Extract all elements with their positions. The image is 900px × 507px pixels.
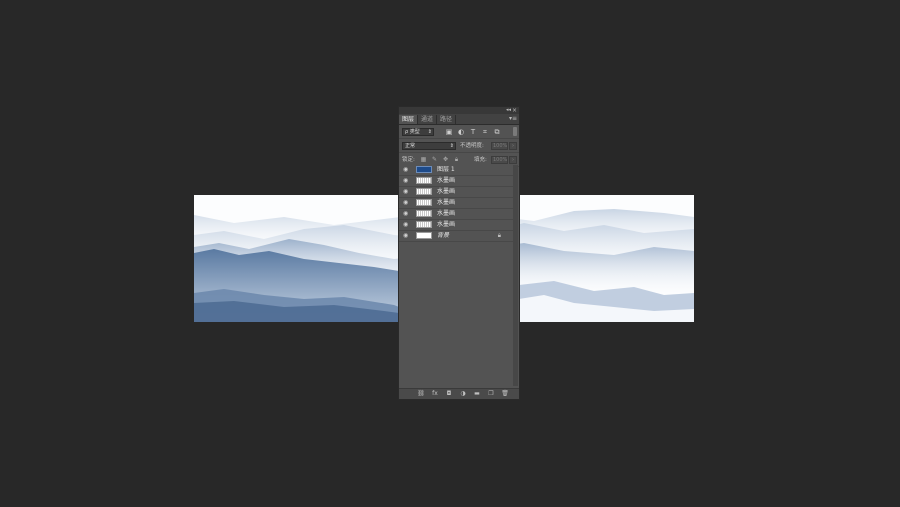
double-arrow-icon[interactable]: ◂◂ bbox=[506, 107, 511, 114]
eye-icon[interactable]: ◉ bbox=[403, 210, 408, 218]
opacity-input[interactable]: 100% bbox=[491, 142, 508, 150]
fill-input[interactable]: 100% bbox=[491, 156, 508, 164]
fx-icon[interactable]: fx bbox=[431, 390, 439, 398]
blend-row: 正常 ⇕ 不透明度: 100% › bbox=[399, 139, 519, 153]
eye-icon[interactable]: ◉ bbox=[403, 221, 408, 229]
mask-icon[interactable]: ◘ bbox=[445, 390, 453, 398]
fill-dropdown-button[interactable]: › bbox=[509, 156, 517, 164]
chevron-updown-icon: ⇕ bbox=[449, 143, 454, 149]
layer-thumbnail bbox=[416, 221, 432, 228]
filter-kind-label: ρ 类型 bbox=[405, 129, 420, 135]
layer-name: 背景 bbox=[437, 232, 450, 239]
layer-row[interactable]: ◉ 水墨画 bbox=[399, 198, 513, 209]
lock-all-icon[interactable]: 🔒︎ bbox=[453, 156, 460, 164]
tab-channels[interactable]: 通道 bbox=[418, 115, 438, 124]
blend-mode-select[interactable]: 正常 ⇕ bbox=[402, 142, 456, 150]
link-layers-icon[interactable]: ⛓ bbox=[417, 390, 425, 398]
layer-row[interactable]: ◉ 水墨画 bbox=[399, 220, 513, 231]
lock-image-pixels-icon[interactable]: ✎ bbox=[431, 156, 438, 164]
panel-menu-icon[interactable]: ▾≡ bbox=[509, 115, 517, 123]
filter-icons: ▣ ◐ T ⌗ ⧉ bbox=[445, 128, 501, 136]
layer-name: 图层 1 bbox=[437, 166, 455, 173]
trash-icon[interactable]: 🗑︎ bbox=[501, 390, 509, 398]
layer-thumbnail bbox=[416, 210, 432, 217]
layer-thumbnail bbox=[416, 199, 432, 206]
opacity-label: 不透明度: bbox=[460, 143, 484, 149]
layer-name: 水墨画 bbox=[437, 188, 456, 195]
blend-mode-value: 正常 bbox=[405, 143, 416, 149]
type-filter-icon[interactable]: T bbox=[469, 128, 477, 136]
lock-position-icon[interactable]: ✥ bbox=[442, 156, 449, 164]
layer-name: 水墨画 bbox=[437, 199, 456, 206]
layers-panel: ◂◂ × 图层 通道 路径 ▾≡ ρ 类型 ⇕ ▣ ◐ T ⌗ ⧉ 正常 ⇕ 不… bbox=[398, 106, 520, 400]
smart-object-filter-icon[interactable]: ⧉ bbox=[493, 128, 501, 136]
eye-icon[interactable]: ◉ bbox=[403, 199, 408, 207]
adjustment-filter-icon[interactable]: ◐ bbox=[457, 128, 465, 136]
layer-thumbnail bbox=[416, 166, 432, 173]
layer-thumbnail bbox=[416, 232, 432, 239]
layer-thumbnail bbox=[416, 188, 432, 195]
filter-row: ρ 类型 ⇕ ▣ ◐ T ⌗ ⧉ bbox=[399, 125, 519, 139]
image-filter-icon[interactable]: ▣ bbox=[445, 128, 453, 136]
close-icon[interactable]: × bbox=[512, 107, 517, 114]
fill-label: 填充: bbox=[474, 157, 487, 163]
panel-title-bar[interactable]: ◂◂ × bbox=[399, 107, 519, 114]
panel-tabs: 图层 通道 路径 ▾≡ bbox=[399, 114, 519, 125]
layer-name: 水墨画 bbox=[437, 210, 456, 217]
filter-kind-select[interactable]: ρ 类型 ⇕ bbox=[402, 128, 434, 136]
layer-name: 水墨画 bbox=[437, 177, 456, 184]
tab-paths[interactable]: 路径 bbox=[437, 115, 457, 124]
layer-row-background[interactable]: ◉ 背景 🔒︎ bbox=[399, 231, 513, 242]
adjustment-layer-icon[interactable]: ◑ bbox=[459, 390, 467, 398]
layer-row[interactable]: ◉ 水墨画 bbox=[399, 209, 513, 220]
tab-layers[interactable]: 图层 bbox=[399, 115, 419, 124]
layers-scrollbar[interactable] bbox=[513, 165, 518, 386]
shape-filter-icon[interactable]: ⌗ bbox=[481, 128, 489, 136]
chevron-updown-icon: ⇕ bbox=[427, 129, 432, 135]
layer-thumbnail bbox=[416, 177, 432, 184]
layer-name: 水墨画 bbox=[437, 221, 456, 228]
lock-icons: ▦ ✎ ✥ 🔒︎ bbox=[420, 156, 460, 164]
lock-icon: 🔒︎ bbox=[497, 232, 501, 239]
lock-label: 锁定: bbox=[402, 157, 415, 163]
layer-row[interactable]: ◉ 图层 1 bbox=[399, 165, 513, 176]
new-layer-icon[interactable]: ❐ bbox=[487, 390, 495, 398]
opacity-dropdown-button[interactable]: › bbox=[509, 142, 517, 150]
panel-bottom-bar: ⛓ fx ◘ ◑ ▬ ❐ 🗑︎ bbox=[399, 388, 519, 399]
lock-transparent-pixels-icon[interactable]: ▦ bbox=[420, 156, 427, 164]
layer-row[interactable]: ◉ 水墨画 bbox=[399, 176, 513, 187]
eye-icon[interactable]: ◉ bbox=[403, 166, 408, 174]
filter-toggle-switch[interactable] bbox=[513, 127, 517, 136]
eye-icon[interactable]: ◉ bbox=[403, 232, 408, 240]
layer-row[interactable]: ◉ 水墨画 bbox=[399, 187, 513, 198]
eye-icon[interactable]: ◉ bbox=[403, 188, 408, 196]
group-folder-icon[interactable]: ▬ bbox=[473, 390, 481, 398]
layer-list: ◉ 图层 1 ◉ 水墨画 ◉ 水墨画 ◉ 水墨画 ◉ 水墨画 ◉ 水墨画 ◉ 背… bbox=[399, 165, 513, 242]
eye-icon[interactable]: ◉ bbox=[403, 177, 408, 185]
